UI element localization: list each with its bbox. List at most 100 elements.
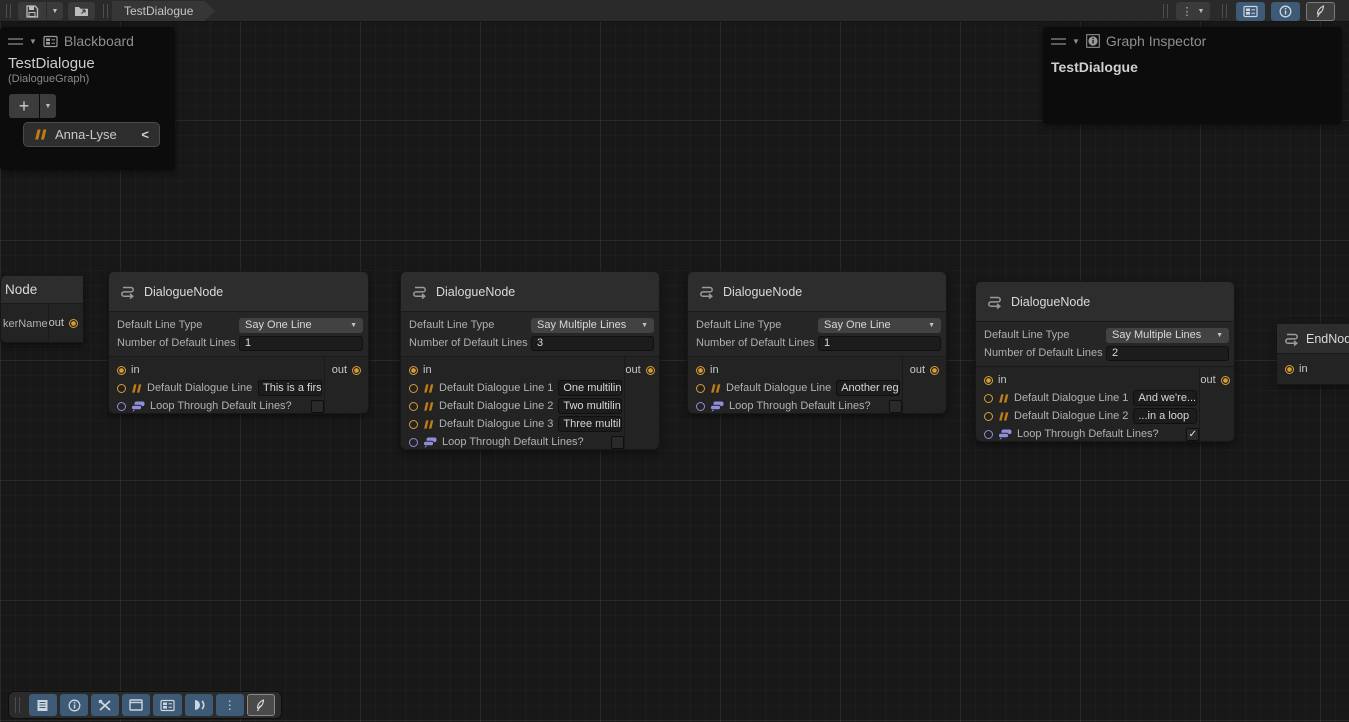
loop-checkbox-checked[interactable]: ✓	[1186, 428, 1199, 441]
loop-checkbox[interactable]	[311, 400, 324, 413]
line-port-icon[interactable]	[409, 402, 418, 411]
overlay-window-button[interactable]	[122, 694, 150, 716]
line-label: Default Dialogue Line 1	[439, 382, 553, 394]
node-dialogue-2[interactable]: DialogueNode Default Line Type Say Multi…	[400, 271, 660, 450]
line-value-field[interactable]: This is a first	[258, 380, 322, 396]
loop-bubbles-icon	[998, 429, 1012, 440]
num-lines-field[interactable]: 1	[818, 336, 941, 351]
overflow-menu-button[interactable]: ⋮ ▼	[1176, 2, 1210, 20]
toggle-blackboard-button[interactable]	[1236, 2, 1265, 21]
overlay-quill-button[interactable]	[247, 694, 275, 716]
loop-bubbles-icon	[423, 437, 437, 448]
out-port-icon[interactable]	[646, 366, 655, 375]
num-lines-field[interactable]: 2	[1106, 346, 1229, 361]
in-port-icon[interactable]	[117, 366, 126, 375]
toolbar-drag-handle[interactable]	[6, 4, 11, 18]
line-port-icon[interactable]	[696, 384, 705, 393]
overlay-list-button[interactable]	[29, 694, 57, 716]
line-type-dropdown[interactable]: Say Multiple Lines▼	[531, 318, 654, 333]
num-lines-field[interactable]: 1	[239, 336, 363, 351]
loop-checkbox[interactable]	[889, 400, 902, 413]
chevron-down-icon: ▼	[1216, 332, 1223, 339]
in-port-icon[interactable]	[696, 366, 705, 375]
line-port-icon[interactable]	[984, 394, 993, 403]
info-icon	[1086, 34, 1100, 48]
loop-port-icon[interactable]	[984, 430, 993, 439]
open-asset-button[interactable]	[68, 2, 95, 20]
toolbar-drag-handle[interactable]	[1163, 4, 1168, 18]
line-port-icon[interactable]	[117, 384, 126, 393]
add-variable-options-button[interactable]: ▼	[40, 94, 56, 118]
in-port-label: in	[1299, 363, 1308, 375]
node-dialogue-3[interactable]: DialogueNode Default Line Type Say One L…	[687, 271, 947, 414]
quote-icon	[423, 384, 434, 393]
loop-bubbles-icon	[131, 401, 145, 412]
overlay-preview-button[interactable]	[185, 694, 213, 716]
bottom-toolbar: ⋮	[8, 691, 282, 719]
out-port-icon[interactable]	[352, 366, 361, 375]
node-title: DialogueNode	[144, 285, 223, 299]
blackboard-header[interactable]: ▼ Blackboard	[0, 27, 175, 53]
prop-label: Number of Default Lines	[696, 337, 818, 349]
drag-handle-icon[interactable]	[1051, 38, 1066, 45]
loop-label: Loop Through Default Lines?	[442, 436, 606, 448]
loop-port-icon[interactable]	[117, 402, 126, 411]
in-port-label: in	[131, 364, 140, 376]
out-port-icon[interactable]	[69, 319, 78, 328]
in-port-label: in	[998, 374, 1007, 386]
flow-icon	[986, 294, 1003, 310]
toolbar-drag-handle[interactable]	[103, 4, 108, 18]
overlay-tools-button[interactable]	[91, 694, 119, 716]
toolbar-drag-handle[interactable]	[15, 697, 20, 713]
node-dialogue-4[interactable]: DialogueNode Default Line Type Say Multi…	[975, 281, 1235, 442]
info-icon	[1279, 5, 1292, 18]
chevron-down-icon: ▼	[52, 8, 59, 15]
line-port-icon[interactable]	[409, 384, 418, 393]
loop-checkbox[interactable]	[611, 436, 624, 449]
line-port-icon[interactable]	[984, 412, 993, 421]
overflow-dots-icon: ⋮	[1182, 5, 1193, 18]
loop-port-icon[interactable]	[696, 402, 705, 411]
chevron-left-icon[interactable]: <	[141, 127, 149, 142]
line-type-dropdown[interactable]: Say One Line▼	[818, 318, 941, 333]
node-end[interactable]: EndNode in	[1277, 323, 1349, 385]
line-value-field[interactable]: Another regu	[836, 380, 900, 396]
node-dialogue-1[interactable]: DialogueNode Default Line Type Say One L…	[108, 271, 369, 414]
num-lines-field[interactable]: 3	[531, 336, 654, 351]
line-type-dropdown[interactable]: Say One Line▼	[239, 318, 363, 333]
drag-handle-icon[interactable]	[8, 38, 23, 45]
blackboard-variable-anna-lyse[interactable]: Anna-Lyse <	[23, 122, 160, 147]
tools-icon	[98, 699, 112, 712]
line-label: Default Dialogue Line 3	[439, 418, 553, 430]
overlay-overflow-button[interactable]: ⋮	[216, 694, 244, 716]
save-button[interactable]	[18, 2, 46, 20]
line-value-field[interactable]: ...in a loop	[1133, 408, 1197, 424]
loop-port-icon[interactable]	[409, 438, 418, 447]
toggle-quill-button[interactable]	[1306, 2, 1335, 21]
play-preview-icon	[192, 699, 206, 711]
out-port-icon[interactable]	[1221, 376, 1230, 385]
line-value-field[interactable]: Three multilin	[558, 416, 622, 432]
overlay-blackboard-button[interactable]	[153, 694, 181, 716]
node-start-partial[interactable]: Node kerName out	[0, 275, 83, 343]
inspector-header[interactable]: ▼ Graph Inspector	[1043, 27, 1342, 53]
add-variable-button[interactable]: +	[9, 94, 39, 118]
line-value-field[interactable]: One multiline	[558, 380, 622, 396]
in-port-icon[interactable]	[409, 366, 418, 375]
collapse-triangle-icon[interactable]: ▼	[29, 37, 37, 46]
in-port-icon[interactable]	[984, 376, 993, 385]
line-type-dropdown[interactable]: Say Multiple Lines▼	[1106, 328, 1229, 343]
save-options-button[interactable]: ▼	[47, 2, 63, 20]
in-port-icon[interactable]	[1285, 365, 1294, 374]
line-port-icon[interactable]	[409, 420, 418, 429]
out-port-icon[interactable]	[930, 366, 939, 375]
out-port-label: out	[625, 364, 640, 376]
folder-open-icon	[74, 5, 89, 17]
toggle-inspector-button[interactable]	[1271, 2, 1300, 21]
collapse-triangle-icon[interactable]: ▼	[1072, 37, 1080, 46]
breadcrumb-tab[interactable]: TestDialogue	[112, 1, 215, 21]
overlay-info-button[interactable]	[60, 694, 88, 716]
toolbar-drag-handle[interactable]	[1222, 4, 1227, 18]
line-value-field[interactable]: Two multiline	[558, 398, 622, 414]
line-value-field[interactable]: And we're...	[1133, 390, 1197, 406]
